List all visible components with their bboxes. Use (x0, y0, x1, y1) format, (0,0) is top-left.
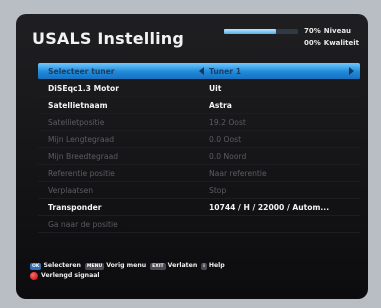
key-selecteren-icon: OK (30, 262, 42, 270)
setting-label: Ga naar de positie (48, 220, 118, 229)
setting-label: Satellietpositie (48, 118, 105, 127)
setting-label: Selecteer tuner (48, 67, 115, 76)
setting-label: Referentie positie (48, 169, 115, 178)
setting-value[interactable]: Tuner 1 (209, 63, 241, 80)
setting-value: Stop (209, 186, 227, 195)
setting-row: Referentie positie Naar referentie (38, 165, 360, 182)
setting-value[interactable]: Uit (209, 80, 221, 97)
kwaliteit-meter: 00% Kwaliteit (224, 39, 360, 49)
hint-text: Verlaten (167, 262, 198, 269)
key-vorig-menu-icon: MENU (84, 262, 105, 270)
setting-row[interactable]: Transponder 10744 / H / 22000 / Autom... (38, 199, 360, 216)
setting-value: 19.2 Oost (209, 118, 246, 127)
setting-row: Satellietpositie 19.2 Oost (38, 114, 360, 131)
setting-label: DiSEqc1.3 Motor (48, 84, 119, 93)
setting-label: Satellietnaam (48, 101, 108, 110)
setting-value: 0.0 Noord (209, 152, 247, 161)
kwaliteit-label: Kwaliteit (323, 39, 360, 47)
footer-hints: OK Selecteren MENU Vorig menu EXIT Verlaten i H… (30, 261, 360, 281)
setting-row[interactable]: DiSEqc1.3 Motor Uit (38, 80, 360, 97)
niveau-bar-fill (224, 29, 276, 34)
hint-text: Vorig menu (106, 262, 147, 269)
usals-settings-panel: USALS Instelling 70% Niveau 00% Kwaliteit … (16, 14, 368, 299)
setting-value[interactable]: 10744 / H / 22000 / Autom... (209, 199, 329, 216)
setting-row: Verplaatsen Stop (38, 182, 360, 199)
hint-text: Selecteren (43, 262, 81, 269)
signal-meters: 70% Niveau 00% Kwaliteit (224, 27, 360, 51)
red-button-hint: Verlengd signaal (30, 271, 360, 281)
kwaliteit-percent: 00% (304, 39, 321, 47)
setting-row: Ga naar de positie (38, 216, 360, 233)
key-verlaten-icon: EXIT (150, 262, 166, 270)
setting-label: Mijn Breedtegraad (48, 152, 119, 161)
arrow-right-icon[interactable] (349, 67, 354, 75)
page-title: USALS Instelling (32, 29, 185, 48)
setting-label: Mijn Lengtegraad (48, 135, 115, 144)
key-help-icon: i (201, 262, 207, 270)
arrow-left-icon[interactable] (199, 67, 204, 75)
setting-value[interactable]: Astra (209, 97, 232, 114)
setting-value: Naar referentie (209, 169, 267, 178)
key-hints: OK Selecteren MENU Vorig menu EXIT Verlaten i H… (30, 261, 360, 271)
niveau-percent: 70% (304, 27, 321, 35)
setting-row[interactable]: Selecteer tuner Tuner 1 (38, 63, 360, 80)
setting-row: Mijn Breedtegraad 0.0 Noord (38, 148, 360, 165)
settings-list: Selecteer tuner Tuner 1 DiSEqc1.3 Motor Uit… (38, 63, 360, 233)
red-hint-text: Verlengd signaal (41, 272, 100, 279)
hint-text: Help (208, 262, 225, 269)
setting-row: Mijn Lengtegraad 0.0 Oost (38, 131, 360, 148)
setting-label: Verplaatsen (48, 186, 94, 195)
niveau-meter: 70% Niveau (224, 27, 360, 37)
setting-value: 0.0 Oost (209, 135, 242, 144)
setting-label: Transponder (48, 203, 102, 212)
niveau-label: Niveau (323, 27, 352, 35)
niveau-bar-track (224, 29, 298, 34)
setting-row[interactable]: Satellietnaam Astra (38, 97, 360, 114)
red-button-icon (30, 272, 38, 280)
